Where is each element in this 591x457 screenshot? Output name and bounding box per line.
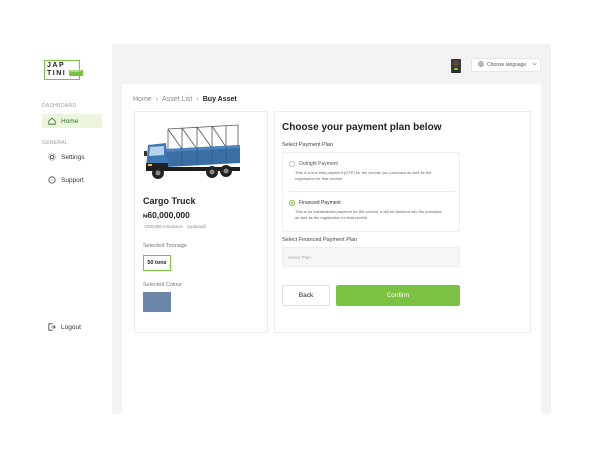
payment-plan-group: Outright Payment This is a one time paym… — [282, 152, 460, 232]
insurance-amount: +200,000 Insurance — [143, 224, 183, 229]
truck-image — [142, 121, 242, 183]
plan-option-financed[interactable]: Financed Payment This is an installmenta… — [283, 200, 461, 220]
payment-plan-label: Select Payment Plan — [282, 142, 334, 148]
breadcrumb-separator: › — [155, 96, 159, 103]
breadcrumb: Home › Asset List › Buy Asset — [133, 96, 237, 103]
back-button[interactable]: Back — [282, 285, 330, 306]
select-plan-placeholder: Select Plan — [288, 254, 311, 260]
breadcrumb-separator: › — [196, 96, 199, 103]
sidebar — [28, 44, 112, 414]
colour-swatch[interactable] — [143, 292, 171, 312]
insurance-text: +200,000 Insurance (optional) — [143, 224, 206, 229]
insurance-note: (optional) — [187, 224, 206, 229]
radio-financed[interactable] — [289, 200, 295, 206]
plan-description: This is a one time payment (OTP) for the… — [295, 170, 432, 181]
select-plan-dropdown[interactable]: Select Plan — [282, 247, 460, 267]
chat-icon — [48, 176, 56, 184]
colour-label: Selected Colour — [143, 282, 183, 288]
confirm-button[interactable]: Confirm — [336, 285, 460, 306]
tonnage-label: Selected Tonnage — [143, 243, 187, 249]
sidebar-item-label: Support — [61, 176, 84, 184]
sidebar-item-settings[interactable]: Settings — [42, 150, 102, 164]
financed-plan-label: Select Financed Payment Plan — [282, 237, 358, 243]
radio-outright[interactable] — [289, 161, 295, 167]
logout-button[interactable]: Logout — [42, 320, 102, 334]
plan-description: This is an installmental payment for the… — [295, 209, 442, 220]
payment-title: Choose your payment plan below — [282, 122, 442, 133]
divider — [289, 191, 455, 192]
breadcrumb-home[interactable]: Home — [133, 96, 152, 103]
tonnage-chip[interactable]: 50 tons — [143, 255, 171, 271]
logo[interactable]: JAP TINI FREIGHT — [44, 60, 83, 80]
breadcrumb-current: Buy Asset — [202, 96, 237, 103]
chevron-down-icon — [532, 62, 537, 68]
asset-name: Cargo Truck — [143, 196, 196, 206]
plan-title: Outright Payment — [299, 161, 338, 167]
logout-label: Logout — [61, 323, 81, 331]
gear-icon — [48, 153, 56, 161]
logo-tag: FREIGHT — [69, 70, 83, 76]
globe-icon — [478, 61, 484, 69]
section-label-dashboard: DASHBOARD — [42, 103, 77, 109]
avatar[interactable] — [451, 59, 461, 73]
language-label: Choose language — [487, 62, 527, 68]
sidebar-item-label: Settings — [61, 153, 85, 161]
home-icon — [48, 117, 56, 125]
logo-line1: JAP — [47, 62, 66, 69]
plan-option-outright[interactable]: Outright Payment This is a one time paym… — [283, 161, 461, 181]
language-selector[interactable]: Choose language — [471, 58, 541, 72]
section-label-general: GENERAL — [42, 140, 68, 146]
sidebar-item-support[interactable]: Support — [42, 173, 102, 187]
sidebar-item-home[interactable]: Home — [42, 114, 102, 128]
asset-price: ₦60,000,000 — [143, 210, 190, 220]
logout-icon — [48, 323, 56, 331]
plan-title: Financed Payment — [299, 200, 341, 206]
sidebar-item-label: Home — [61, 117, 79, 125]
price-value: 60,000,000 — [147, 210, 190, 220]
breadcrumb-asset-list[interactable]: Asset List — [162, 96, 192, 103]
